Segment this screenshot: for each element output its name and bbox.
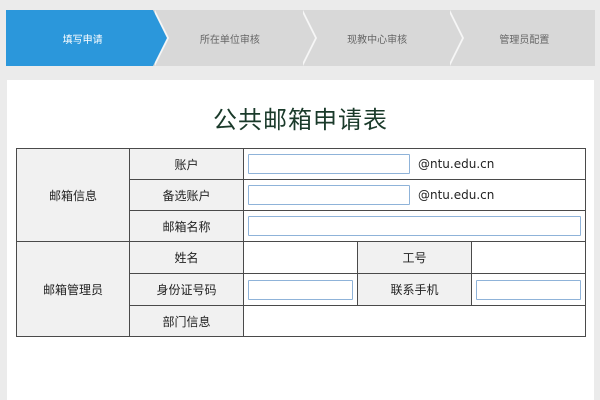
step-fill-application: 填写申请 [6,10,170,66]
step-label: 所在单位审核 [199,34,260,46]
step-label: 管理员配置 [499,34,550,46]
account-input[interactable] [248,154,410,174]
phone-input[interactable] [476,279,582,300]
mailbox-name-label: 邮箱名称 [129,210,244,242]
page-title: 公共邮箱申请表 [213,106,388,134]
alt-account-input[interactable] [248,185,410,205]
alt-account-suffix: @ntu.edu.cn [418,188,495,202]
department-value [242,305,587,337]
chevron-right-icon [447,10,462,66]
chevron-right-icon [300,10,315,66]
group-label-mailbox-info: 邮箱信息 [16,148,130,242]
account-suffix: @ntu.edu.cn [418,157,495,171]
department-label: 部门信息 [129,305,244,337]
mailbox-name-cell [242,210,587,242]
step-label: 现教中心审核 [347,34,408,46]
name-value [243,241,358,274]
group-label-manager: 邮箱管理员 [16,241,130,337]
step-unit-review: 所在单位审核 [153,10,317,66]
progress-steps: 填写申请 所在单位审核 现教中心审核 管理员配置 [6,10,595,66]
name-label: 姓名 [129,241,244,274]
id-number-label: 身份证号码 [129,273,244,306]
table-row: 邮箱管理员 姓名 工号 [16,241,587,337]
account-label: 账户 [129,148,244,180]
form-card: 公共邮箱申请表 邮箱信息 账户 @ntu.edu.cn 备选账户 @ntu.ed… [7,80,594,400]
id-number-cell [243,273,358,306]
chevron-right-icon [153,10,168,66]
table-row: 邮箱信息 账户 @ntu.edu.cn [16,148,587,242]
application-form-table: 邮箱信息 账户 @ntu.edu.cn 备选账户 @ntu.edu.cn 邮箱名… [16,148,587,337]
alt-account-cell: @ntu.edu.cn [242,179,587,211]
step-center-review: 现教中心审核 [300,10,464,66]
alt-account-label: 备选账户 [129,179,244,211]
staff-id-value [470,241,587,274]
phone-label: 联系手机 [357,273,472,306]
step-label: 填写申请 [62,34,103,46]
phone-cell [470,273,587,306]
id-number-input[interactable] [248,279,353,300]
staff-id-label: 工号 [357,241,472,274]
mailbox-name-input[interactable] [248,216,582,236]
account-cell: @ntu.edu.cn [242,148,587,180]
step-admin-config: 管理员配置 [447,10,595,66]
